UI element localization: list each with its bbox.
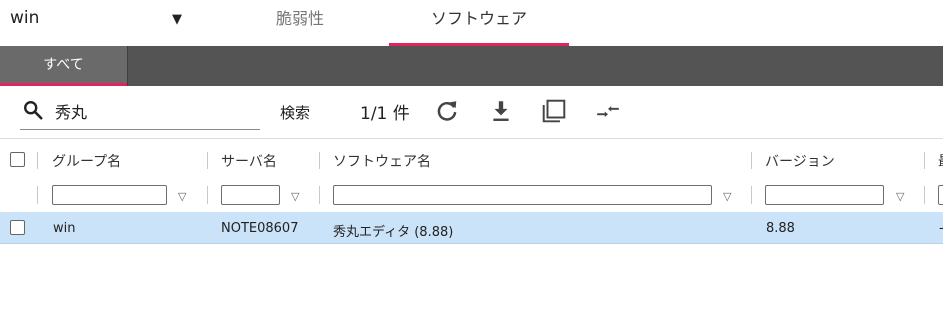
refresh-icon[interactable]: [434, 98, 460, 124]
column-header-version[interactable]: バージョン: [765, 151, 835, 171]
search-value: 秀丸: [55, 103, 88, 122]
column-separator: [37, 152, 38, 169]
column-separator: [207, 186, 208, 204]
column-header-group[interactable]: グループ名: [52, 151, 121, 171]
search-icon: [24, 101, 43, 120]
filter-icon[interactable]: ▽: [896, 190, 904, 203]
column-separator[interactable]: [924, 152, 925, 169]
column-separator[interactable]: [319, 152, 320, 169]
subtab-all[interactable]: すべて: [0, 46, 128, 86]
column-separator: [37, 186, 38, 204]
group-select[interactable]: win ▼: [10, 8, 185, 32]
column-separator[interactable]: [207, 152, 208, 169]
cell-group: win: [53, 221, 76, 236]
top-bar: win ▼ 脆弱性 ソフトウェア: [0, 0, 943, 47]
row-checkbox[interactable]: [10, 220, 25, 235]
sub-navigation-bar: すべて: [0, 46, 943, 86]
table-header: グループ名 サーバ名 ソフトウェア名 バージョン 最: [0, 138, 943, 180]
toolbar: 秀丸 検索 1/1 件: [0, 86, 943, 138]
column-separator: [924, 186, 925, 204]
column-header-server[interactable]: サーバ名: [221, 151, 277, 171]
filter-input-extra[interactable]: [938, 185, 943, 205]
filter-icon[interactable]: ▽: [723, 190, 731, 203]
tab-software[interactable]: ソフトウェア: [389, 0, 569, 46]
result-count: 1/1 件: [360, 104, 410, 124]
filter-input-server[interactable]: [221, 185, 280, 205]
filter-input-version[interactable]: [765, 185, 884, 205]
column-separator: [319, 186, 320, 204]
filter-icon[interactable]: ▽: [291, 190, 299, 203]
caret-down-icon[interactable]: ▼: [172, 12, 182, 27]
search-input[interactable]: 秀丸: [20, 96, 260, 130]
download-icon[interactable]: [488, 98, 514, 124]
column-header-software[interactable]: ソフトウェア名: [333, 151, 431, 171]
table-row[interactable]: win NOTE08607 秀丸エディタ (8.88) 8.88 -: [0, 212, 943, 244]
column-separator[interactable]: [751, 152, 752, 169]
column-header-extra[interactable]: 最: [938, 151, 943, 171]
window-icon[interactable]: [541, 98, 567, 124]
cell-server: NOTE08607: [221, 221, 299, 236]
search-button[interactable]: 検索: [280, 102, 310, 123]
filter-input-software[interactable]: [333, 185, 712, 205]
cell-extra: -: [939, 221, 943, 236]
cell-software: 秀丸エディタ (8.88): [333, 225, 454, 240]
filter-row: ▽ ▽ ▽ ▽: [0, 178, 943, 213]
cell-version: 8.88: [766, 221, 795, 236]
column-adjust-icon[interactable]: [595, 98, 621, 124]
column-separator: [751, 186, 752, 204]
group-select-value: win: [10, 8, 40, 28]
select-all-checkbox[interactable]: [10, 152, 25, 167]
filter-input-group[interactable]: [52, 185, 167, 205]
tab-vulnerability[interactable]: 脆弱性: [230, 0, 370, 46]
filter-icon[interactable]: ▽: [178, 190, 186, 203]
